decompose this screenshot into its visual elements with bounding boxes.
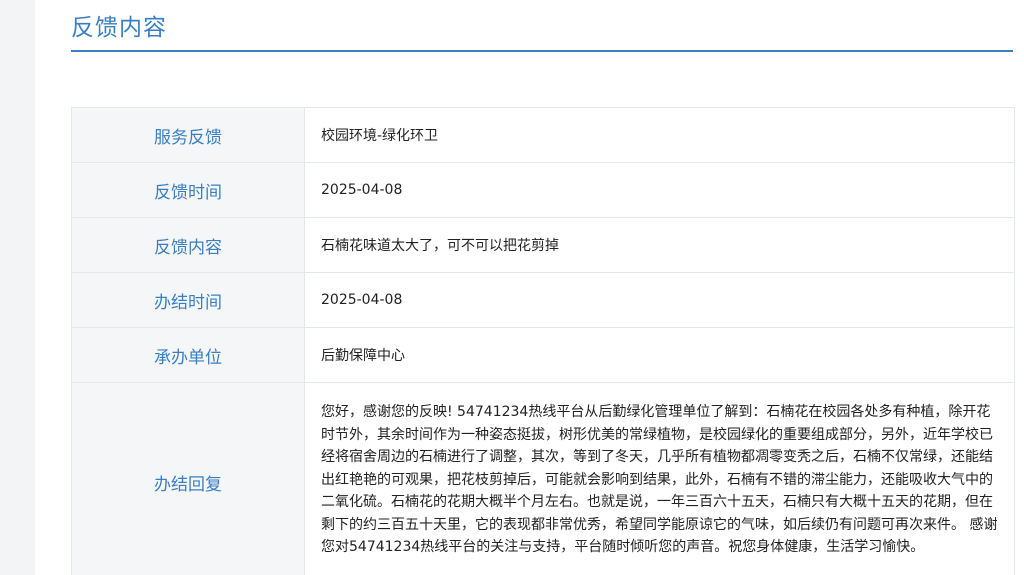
table-row-handling-unit: 承办单位 后勤保障中心 <box>72 328 1014 383</box>
row-value: 2025-04-08 <box>321 182 403 198</box>
row-label: 办结回复 <box>72 383 305 575</box>
row-label: 承办单位 <box>72 328 305 382</box>
table-row-service-category: 服务反馈 校园环境-绿化环卫 <box>72 108 1014 163</box>
table-row-feedback-time: 反馈时间 2025-04-08 <box>72 163 1014 218</box>
row-label: 反馈内容 <box>72 218 305 272</box>
table-row-reply: 办结回复 您好，感谢您的反映! 54741234热线平台从后勤绿化管理单位了解到… <box>72 383 1014 575</box>
row-label: 服务反馈 <box>72 108 305 162</box>
section-header: 反馈内容 <box>71 0 1013 52</box>
row-value: 校园环境-绿化环卫 <box>321 128 439 144</box>
row-label: 办结时间 <box>72 273 305 327</box>
page-title: 反馈内容 <box>71 15 167 41</box>
table-row-feedback-content: 反馈内容 石楠花味道太大了，可不可以把花剪掉 <box>72 218 1014 273</box>
row-value: 后勤保障中心 <box>321 348 405 364</box>
table-row-completion-time: 办结时间 2025-04-08 <box>72 273 1014 328</box>
row-label: 反馈时间 <box>72 163 305 217</box>
feedback-detail-table: 服务反馈 校园环境-绿化环卫 反馈时间 2025-04-08 反馈内容 石楠花味… <box>71 107 1015 575</box>
feedback-page: 反馈内容 服务反馈 校园环境-绿化环卫 反馈时间 2025-04-08 反馈内容… <box>35 0 1024 575</box>
row-value: 2025-04-08 <box>321 292 403 308</box>
row-value: 石楠花味道太大了，可不可以把花剪掉 <box>321 238 559 254</box>
reply-text: 您好，感谢您的反映! 54741234热线平台从后勤绿化管理单位了解到：石楠花在… <box>321 404 998 555</box>
